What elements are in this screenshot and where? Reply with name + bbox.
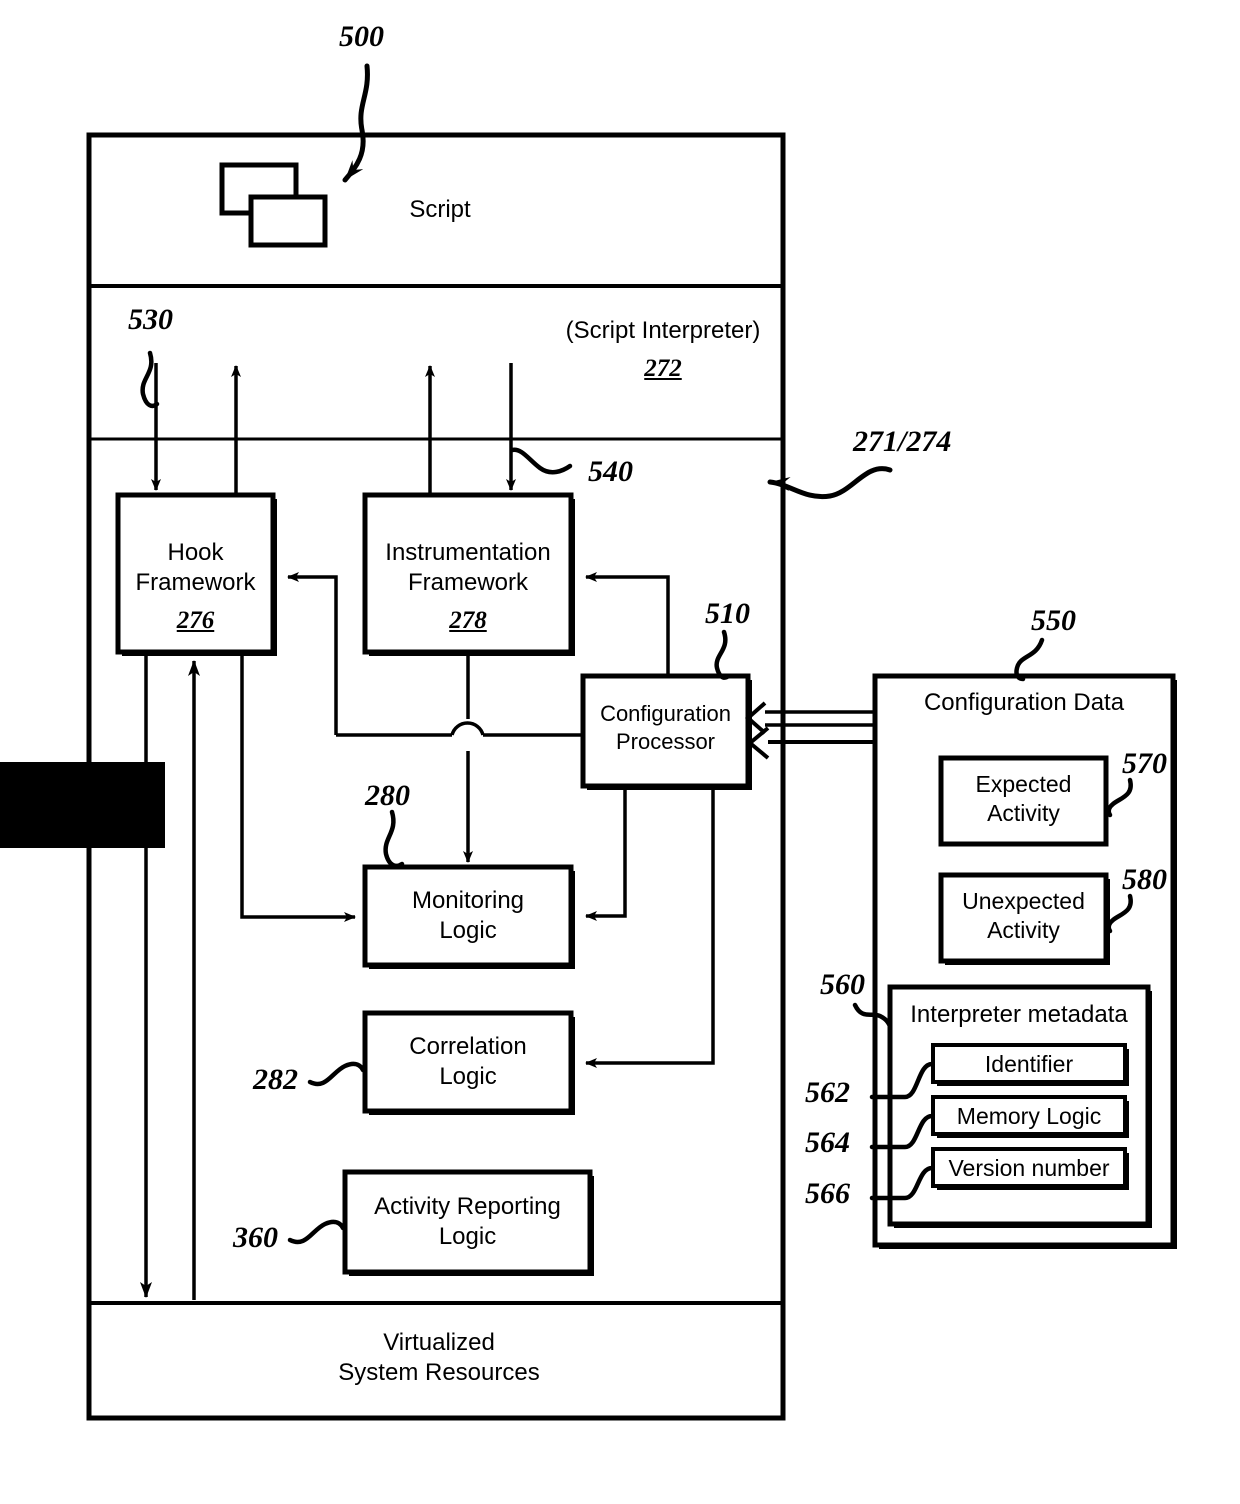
ref-280: 280 bbox=[365, 779, 410, 812]
ref-282: 282 bbox=[253, 1063, 298, 1096]
ref-560: 560 bbox=[820, 968, 865, 1001]
virtualized-system-resources-label: Virtualized System Resources bbox=[338, 1329, 540, 1386]
lead-271-274 bbox=[767, 466, 893, 500]
ref-540: 540 bbox=[588, 455, 633, 488]
metadata-field-memory-logic bbox=[931, 1095, 1129, 1138]
metadata-field-identifier bbox=[931, 1043, 1129, 1086]
ref-271-274: 271/274 bbox=[853, 425, 952, 458]
ref-272: 272 bbox=[644, 355, 682, 382]
unexpected-activity-box bbox=[938, 872, 1110, 965]
ref-570: 570 bbox=[1122, 747, 1167, 780]
configuration-data-title: Configuration Data bbox=[923, 689, 1125, 716]
script-section-label: Script bbox=[409, 196, 471, 223]
ref-360: 360 bbox=[233, 1221, 278, 1254]
ref-530: 530 bbox=[128, 303, 173, 336]
ref-580: 580 bbox=[1122, 863, 1167, 896]
ref-564: 564 bbox=[805, 1126, 850, 1159]
figure-line-art bbox=[0, 63, 1177, 1421]
patent-figure: Script 500 (Script Interpreter) 272 530 … bbox=[0, 0, 1240, 1504]
ref-550: 550 bbox=[1031, 604, 1076, 637]
ref-566: 566 bbox=[805, 1177, 850, 1210]
activity-reporting-logic-box bbox=[342, 1169, 594, 1276]
ref-276: 276 bbox=[176, 607, 215, 634]
correlation-logic-box bbox=[362, 1010, 575, 1115]
script-interpreter-label: (Script Interpreter) bbox=[565, 317, 761, 344]
ref-510: 510 bbox=[705, 597, 750, 630]
ref-278: 278 bbox=[449, 607, 487, 634]
ref-500: 500 bbox=[339, 20, 384, 53]
ref-562: 562 bbox=[805, 1076, 850, 1109]
configuration-processor-box bbox=[580, 673, 752, 790]
metadata-field-version-number bbox=[931, 1147, 1129, 1190]
interpreter-metadata-title: Interpreter metadata bbox=[910, 1001, 1128, 1028]
monitoring-logic-box bbox=[362, 864, 575, 969]
